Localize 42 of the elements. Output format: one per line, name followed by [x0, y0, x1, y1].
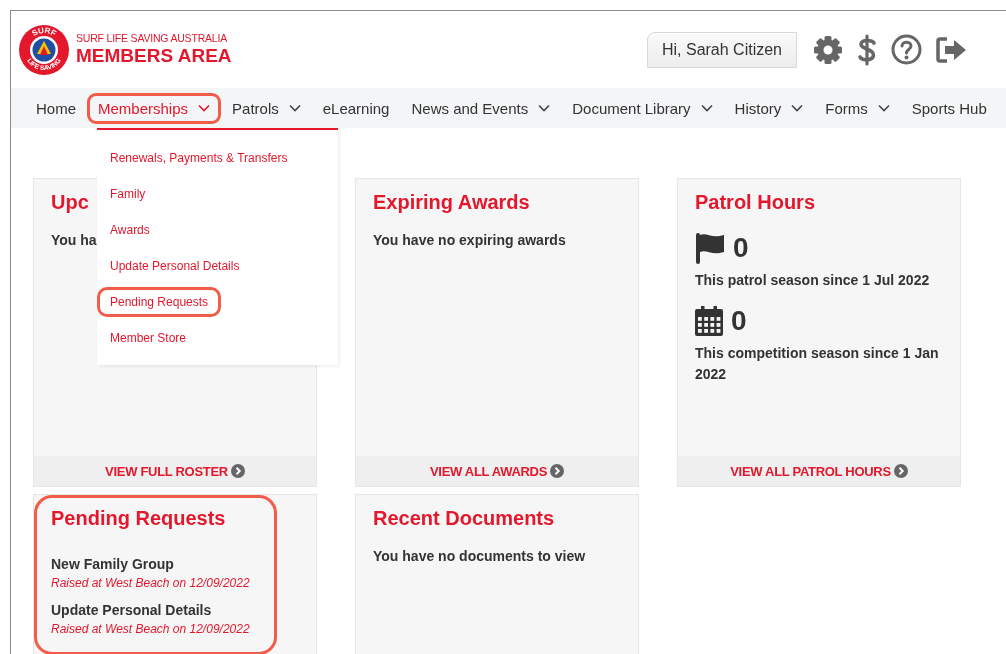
- menu-item[interactable]: Member Store: [97, 323, 200, 353]
- stat-value: 0: [733, 232, 749, 264]
- settings-icon[interactable]: [813, 34, 843, 65]
- nav-tab[interactable]: History: [723, 92, 815, 124]
- request-title: Update Personal Details: [51, 601, 213, 620]
- menu-item[interactable]: Renewals, Payments & Transfers: [97, 143, 301, 173]
- menu-item[interactable]: Update Personal Details: [97, 251, 253, 281]
- card-title: Upc: [51, 190, 89, 214]
- site-title: MEMBERS AREA: [76, 45, 232, 67]
- card-title: Pending Requests: [51, 506, 226, 530]
- nav-tab[interactable]: Document Library: [561, 92, 724, 124]
- nav-tab[interactable]: Forms: [814, 92, 901, 124]
- chevron-circle-icon: [893, 464, 908, 478]
- organisation-name: SURF LIFE SAVING AUSTRALIA: [76, 32, 228, 44]
- nav-tab[interactable]: News and Events: [400, 92, 562, 124]
- request-detail: Raised at West Beach on 12/09/2022: [51, 575, 251, 592]
- nav-tab[interactable]: Patrols: [221, 92, 312, 124]
- card-title: Patrol Hours: [695, 190, 816, 214]
- card-message: You ha: [51, 231, 98, 250]
- user-greeting-button[interactable]: Hi, Sarah Citizen: [646, 31, 797, 68]
- dollar-icon[interactable]: [857, 33, 877, 66]
- card-title: Expiring Awards: [373, 190, 530, 214]
- card-title: Recent Documents: [373, 506, 555, 530]
- chevron-circle-icon: [550, 464, 565, 478]
- stat-value: 0: [731, 305, 747, 337]
- menu-item[interactable]: Family: [97, 179, 159, 209]
- help-icon[interactable]: [891, 34, 922, 65]
- flag-icon: [695, 232, 725, 264]
- stat-caption: This competition season since 1 Jan 2022: [695, 344, 940, 384]
- menu-item[interactable]: Awards: [97, 215, 163, 245]
- card-message: You have no documents to view: [373, 547, 587, 566]
- request-detail: Raised at West Beach on 12/09/2022: [51, 621, 251, 638]
- calendar-icon: [695, 306, 723, 336]
- nav-tab[interactable]: Memberships: [87, 92, 222, 124]
- stat-caption: This patrol season since 1 Jul 2022: [695, 271, 931, 290]
- card-message: You have no expiring awards: [373, 231, 567, 250]
- nav-tab[interactable]: Sports Hub: [900, 92, 998, 124]
- sign-out-icon[interactable]: [936, 36, 968, 63]
- chevron-circle-icon: [230, 464, 245, 478]
- nav-tab[interactable]: eLearning: [311, 92, 401, 124]
- request-title: New Family Group: [51, 555, 175, 574]
- nav-tab[interactable]: Home: [25, 92, 87, 124]
